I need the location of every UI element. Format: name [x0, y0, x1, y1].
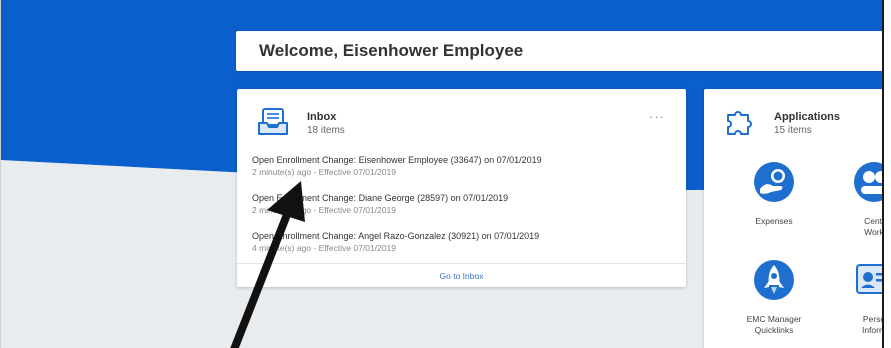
app-frame: Welcome, Eisenhower Employee Inbox 18 it…: [0, 0, 884, 348]
arrow-shaft: [230, 203, 294, 348]
annotation-arrow: [230, 181, 305, 348]
arrow-head: [267, 181, 305, 222]
